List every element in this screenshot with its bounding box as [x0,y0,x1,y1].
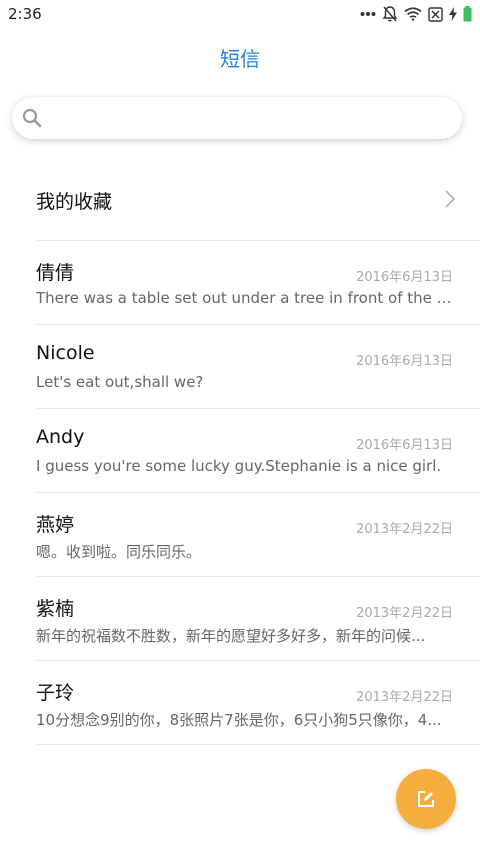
bell-muted-icon [382,5,398,23]
message-preview: Let's eat out,shall we? [36,373,204,391]
status-icons [360,4,472,24]
battery-icon [463,6,472,22]
search-input[interactable] [52,103,456,135]
page-title: 短信 [220,47,260,71]
message-preview: 新年的祝福数不胜数，新年的愿望好多好多，新年的问候... [36,627,426,645]
contact-name: Andy [36,426,85,448]
message-list: 倩倩 2016年6月13日 There was a table set out … [0,241,480,745]
charging-bolt-icon [449,7,457,21]
message-preview: 10分想念9别的你，8张照片7张是你，6只小狗5只像你，4... [36,711,442,729]
message-item[interactable]: 倩倩 2016年6月13日 There was a table set out … [0,241,480,325]
contact-name: 燕婷 [36,514,75,536]
message-preview: 嗯。收到啦。同乐同乐。 [36,543,202,561]
message-date: 2013年2月22日 [356,690,453,705]
message-date: 2013年2月22日 [356,606,453,621]
contact-name: 倩倩 [36,262,75,284]
message-item[interactable]: Andy 2016年6月13日 I guess you're some luck… [0,409,480,493]
message-preview: I guess you're some lucky guy.Stephanie … [36,457,442,475]
status-bar: 2:36 [0,0,480,28]
status-time: 2:36 [8,5,42,23]
contact-name: 紫楠 [36,598,75,620]
message-item[interactable]: Nicole 2016年6月13日 Let's eat out,shall we… [0,325,480,409]
contact-name: 子玲 [36,682,75,704]
sms-screen: 2:36 短信 我的收藏 倩倩 2016年6月13日 There was a t… [0,0,480,853]
message-item[interactable]: 燕婷 2013年2月22日 嗯。收到啦。同乐同乐。 [0,493,480,577]
message-item[interactable]: 紫楠 2013年2月22日 新年的祝福数不胜数，新年的愿望好多好多，新年的问候.… [0,577,480,661]
sim-off-icon [428,6,443,22]
divider [36,744,480,745]
message-item[interactable]: 子玲 2013年2月22日 10分想念9别的你，8张照片7张是你，6只小狗5只像… [0,661,480,745]
wifi-icon [404,7,422,21]
favorites-row[interactable]: 我的收藏 [0,157,480,240]
message-date: 2016年6月13日 [356,270,453,285]
compose-icon [416,789,436,809]
contact-name: Nicole [36,342,95,364]
message-date: 2013年2月22日 [356,522,453,537]
search-icon [22,108,42,128]
favorites-label: 我的收藏 [36,191,113,213]
message-preview: There was a table set out under a tree i… [36,289,456,307]
search-box[interactable] [12,97,462,139]
message-date: 2016年6月13日 [356,354,453,369]
message-date: 2016年6月13日 [356,438,453,453]
chevron-right-icon [444,189,456,209]
compose-button[interactable] [396,769,456,829]
more-dots-icon [360,11,376,17]
